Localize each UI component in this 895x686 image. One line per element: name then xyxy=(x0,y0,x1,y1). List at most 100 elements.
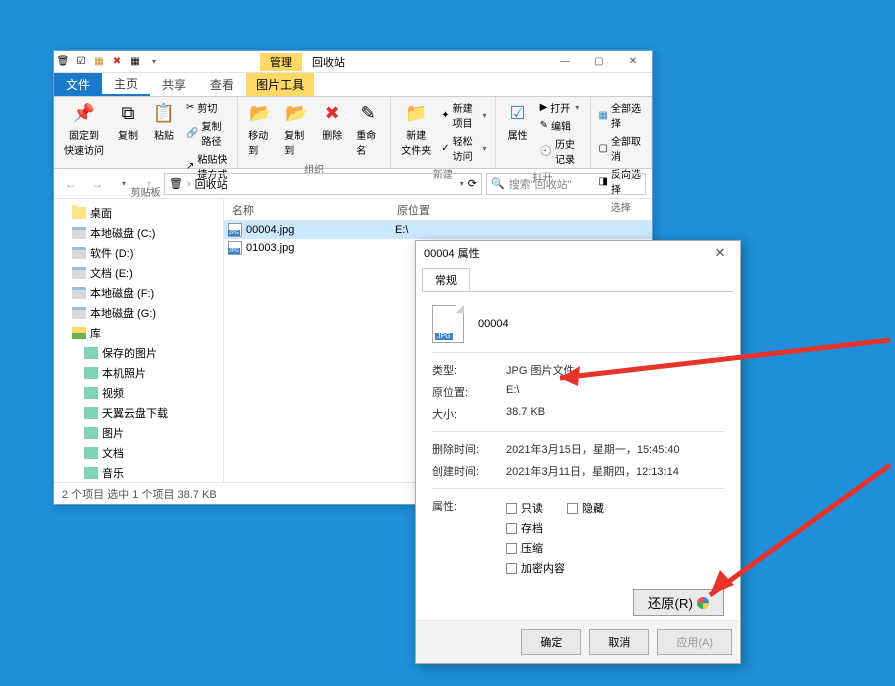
desktop-icon xyxy=(72,207,86,219)
qat-undo-icon[interactable]: ✖ xyxy=(110,55,124,69)
tab-home[interactable]: 主页 xyxy=(102,73,150,96)
open-icon: ▶ xyxy=(540,102,548,113)
created-time-value: 2021年3月11日，星期四，12:13:14 xyxy=(506,463,679,479)
filename-text: 00004 xyxy=(478,318,509,330)
forward-button[interactable]: → xyxy=(86,173,108,195)
copyto-icon: 📂 xyxy=(284,101,308,125)
new-item-button[interactable]: ✦新建项目 xyxy=(439,99,488,131)
properties-icon: ☑ xyxy=(506,101,530,125)
refresh-button[interactable]: ⟳ xyxy=(468,177,477,190)
drive-icon xyxy=(72,247,86,259)
nav-music[interactable]: 音乐 xyxy=(54,463,223,482)
close-button[interactable]: ✕ xyxy=(616,52,650,72)
properties-button[interactable]: ☑属性 xyxy=(502,99,534,167)
shortcut-icon: ↗ xyxy=(186,161,194,172)
hidden-checkbox[interactable]: 隐藏 xyxy=(567,500,604,516)
nav-libraries[interactable]: 库 xyxy=(54,323,223,343)
documents-icon xyxy=(84,447,98,459)
type-label: 类型: xyxy=(432,362,506,378)
nav-documents[interactable]: 文档 xyxy=(54,443,223,463)
tab-picture-tools[interactable]: 图片工具 xyxy=(246,73,314,96)
edit-icon: ✎ xyxy=(540,120,548,131)
readonly-checkbox[interactable]: 只读 xyxy=(506,500,543,516)
compressed-checkbox[interactable]: 压缩 xyxy=(506,540,543,556)
nav-gdrive[interactable]: 本地磁盘 (G:) xyxy=(54,303,223,323)
nav-pictures[interactable]: 图片 xyxy=(54,423,223,443)
ribbon-context-tab: 管理 xyxy=(260,53,302,71)
move-to-button[interactable]: 📂移动到 xyxy=(244,99,276,159)
qat-dropdown-icon[interactable] xyxy=(146,55,160,69)
pictures-icon xyxy=(84,427,98,439)
cancel-button[interactable]: 取消 xyxy=(589,629,649,655)
jpg-file-icon xyxy=(228,223,242,237)
recent-locations-button[interactable] xyxy=(112,173,134,195)
open-button[interactable]: ▶打开 xyxy=(538,99,584,116)
nav-ddrive[interactable]: 软件 (D:) xyxy=(54,243,223,263)
tab-file[interactable]: 文件 xyxy=(54,73,102,96)
properties-dialog: 00004 属性 ✕ 常规 JPG 00004 类型:JPG 图片文件 原位置:… xyxy=(415,240,741,664)
pin-quickaccess-button[interactable]: 📌 固定到 快速访问 xyxy=(60,99,108,182)
attributes-label: 属性: xyxy=(432,498,506,578)
column-original-location[interactable]: 原位置 xyxy=(389,199,439,220)
nav-fdrive[interactable]: 本地磁盘 (F:) xyxy=(54,283,223,303)
deleted-time-value: 2021年3月15日，星期一，15:45:40 xyxy=(506,441,680,457)
paste-button[interactable]: 📋 粘贴 xyxy=(148,99,180,182)
tab-view[interactable]: 查看 xyxy=(198,73,246,96)
nav-saved-pictures[interactable]: 保存的图片 xyxy=(54,343,223,363)
recycle-bin-icon: 🗑 xyxy=(169,177,183,190)
nav-desktop[interactable]: 桌面 xyxy=(54,203,223,223)
nav-cdrive[interactable]: 本地磁盘 (C:) xyxy=(54,223,223,243)
rename-button[interactable]: ✎重命名 xyxy=(352,99,384,159)
breadcrumb-item[interactable]: 回收站 xyxy=(195,176,228,192)
nav-videos[interactable]: 视频 xyxy=(54,383,223,403)
file-type-icon: JPG xyxy=(432,305,464,343)
deleted-time-label: 删除时间: xyxy=(432,441,506,457)
search-input[interactable]: 🔍 搜索"回收站" xyxy=(486,173,646,195)
tab-general[interactable]: 常规 xyxy=(422,268,470,291)
tab-share[interactable]: 共享 xyxy=(150,73,198,96)
navigation-pane[interactable]: 桌面 本地磁盘 (C:) 软件 (D:) 文档 (E:) 本地磁盘 (F:) 本… xyxy=(54,199,224,482)
selectnone-icon: ▢ xyxy=(599,143,608,154)
qat-redo-icon[interactable]: ▦ xyxy=(128,55,142,69)
titlebar: 🗑 ☑ ▦ ✖ ▦ 管理 回收站 ― ▢ ✕ xyxy=(54,51,652,73)
address-dropdown[interactable] xyxy=(458,177,464,190)
type-value: JPG 图片文件 xyxy=(506,362,574,378)
ribbon: 📌 固定到 快速访问 ⧉ 复制 📋 粘贴 ✂剪切 🔗复制路径 ↗粘贴快捷方式 剪… xyxy=(54,97,652,169)
copy-icon: ⧉ xyxy=(116,101,140,125)
easy-access-button[interactable]: ✓轻松访问 xyxy=(439,132,488,164)
size-label: 大小: xyxy=(432,406,506,422)
created-time-label: 创建时间: xyxy=(432,463,506,479)
edit-button[interactable]: ✎编辑 xyxy=(538,117,584,134)
delete-button[interactable]: ✖删除 xyxy=(316,99,348,159)
copy-to-button[interactable]: 📂复制到 xyxy=(280,99,312,159)
search-icon: 🔍 xyxy=(491,177,505,190)
maximize-button[interactable]: ▢ xyxy=(582,52,616,72)
back-button[interactable]: ← xyxy=(60,173,82,195)
encrypted-checkbox[interactable]: 加密内容 xyxy=(506,560,565,576)
up-button[interactable]: ↑ xyxy=(138,173,160,195)
nav-tianyi[interactable]: 天翼云盘下载 xyxy=(54,403,223,423)
nav-camera-roll[interactable]: 本机照片 xyxy=(54,363,223,383)
qat-properties-icon[interactable]: ☑ xyxy=(74,55,88,69)
address-bar[interactable]: 🗑 › 回收站 ⟳ xyxy=(164,173,482,195)
restore-button[interactable]: 还原(R) xyxy=(633,589,724,616)
ok-button[interactable]: 确定 xyxy=(521,629,581,655)
cut-button[interactable]: ✂剪切 xyxy=(184,99,231,116)
file-row[interactable]: 00004.jpg E:\ xyxy=(224,221,652,239)
column-name[interactable]: 名称 xyxy=(224,199,389,220)
select-none-button[interactable]: ▢全部取消 xyxy=(597,132,645,164)
copy-path-button[interactable]: 🔗复制路径 xyxy=(184,117,231,149)
apply-button[interactable]: 应用(A) xyxy=(657,629,732,655)
copy-button[interactable]: ⧉ 复制 xyxy=(112,99,144,182)
archive-checkbox[interactable]: 存档 xyxy=(506,520,543,536)
drive-icon xyxy=(72,227,86,239)
minimize-button[interactable]: ― xyxy=(548,52,582,72)
new-folder-button[interactable]: 📁新建 文件夹 xyxy=(397,99,435,164)
select-all-button[interactable]: ▦全部选择 xyxy=(597,99,645,131)
qat-new-folder-icon[interactable]: ▦ xyxy=(92,55,106,69)
history-button[interactable]: 🕘历史记录 xyxy=(538,135,584,167)
jpg-file-icon xyxy=(228,241,242,255)
dialog-close-button[interactable]: ✕ xyxy=(708,245,732,261)
drive-icon xyxy=(72,307,86,319)
nav-edrive[interactable]: 文档 (E:) xyxy=(54,263,223,283)
